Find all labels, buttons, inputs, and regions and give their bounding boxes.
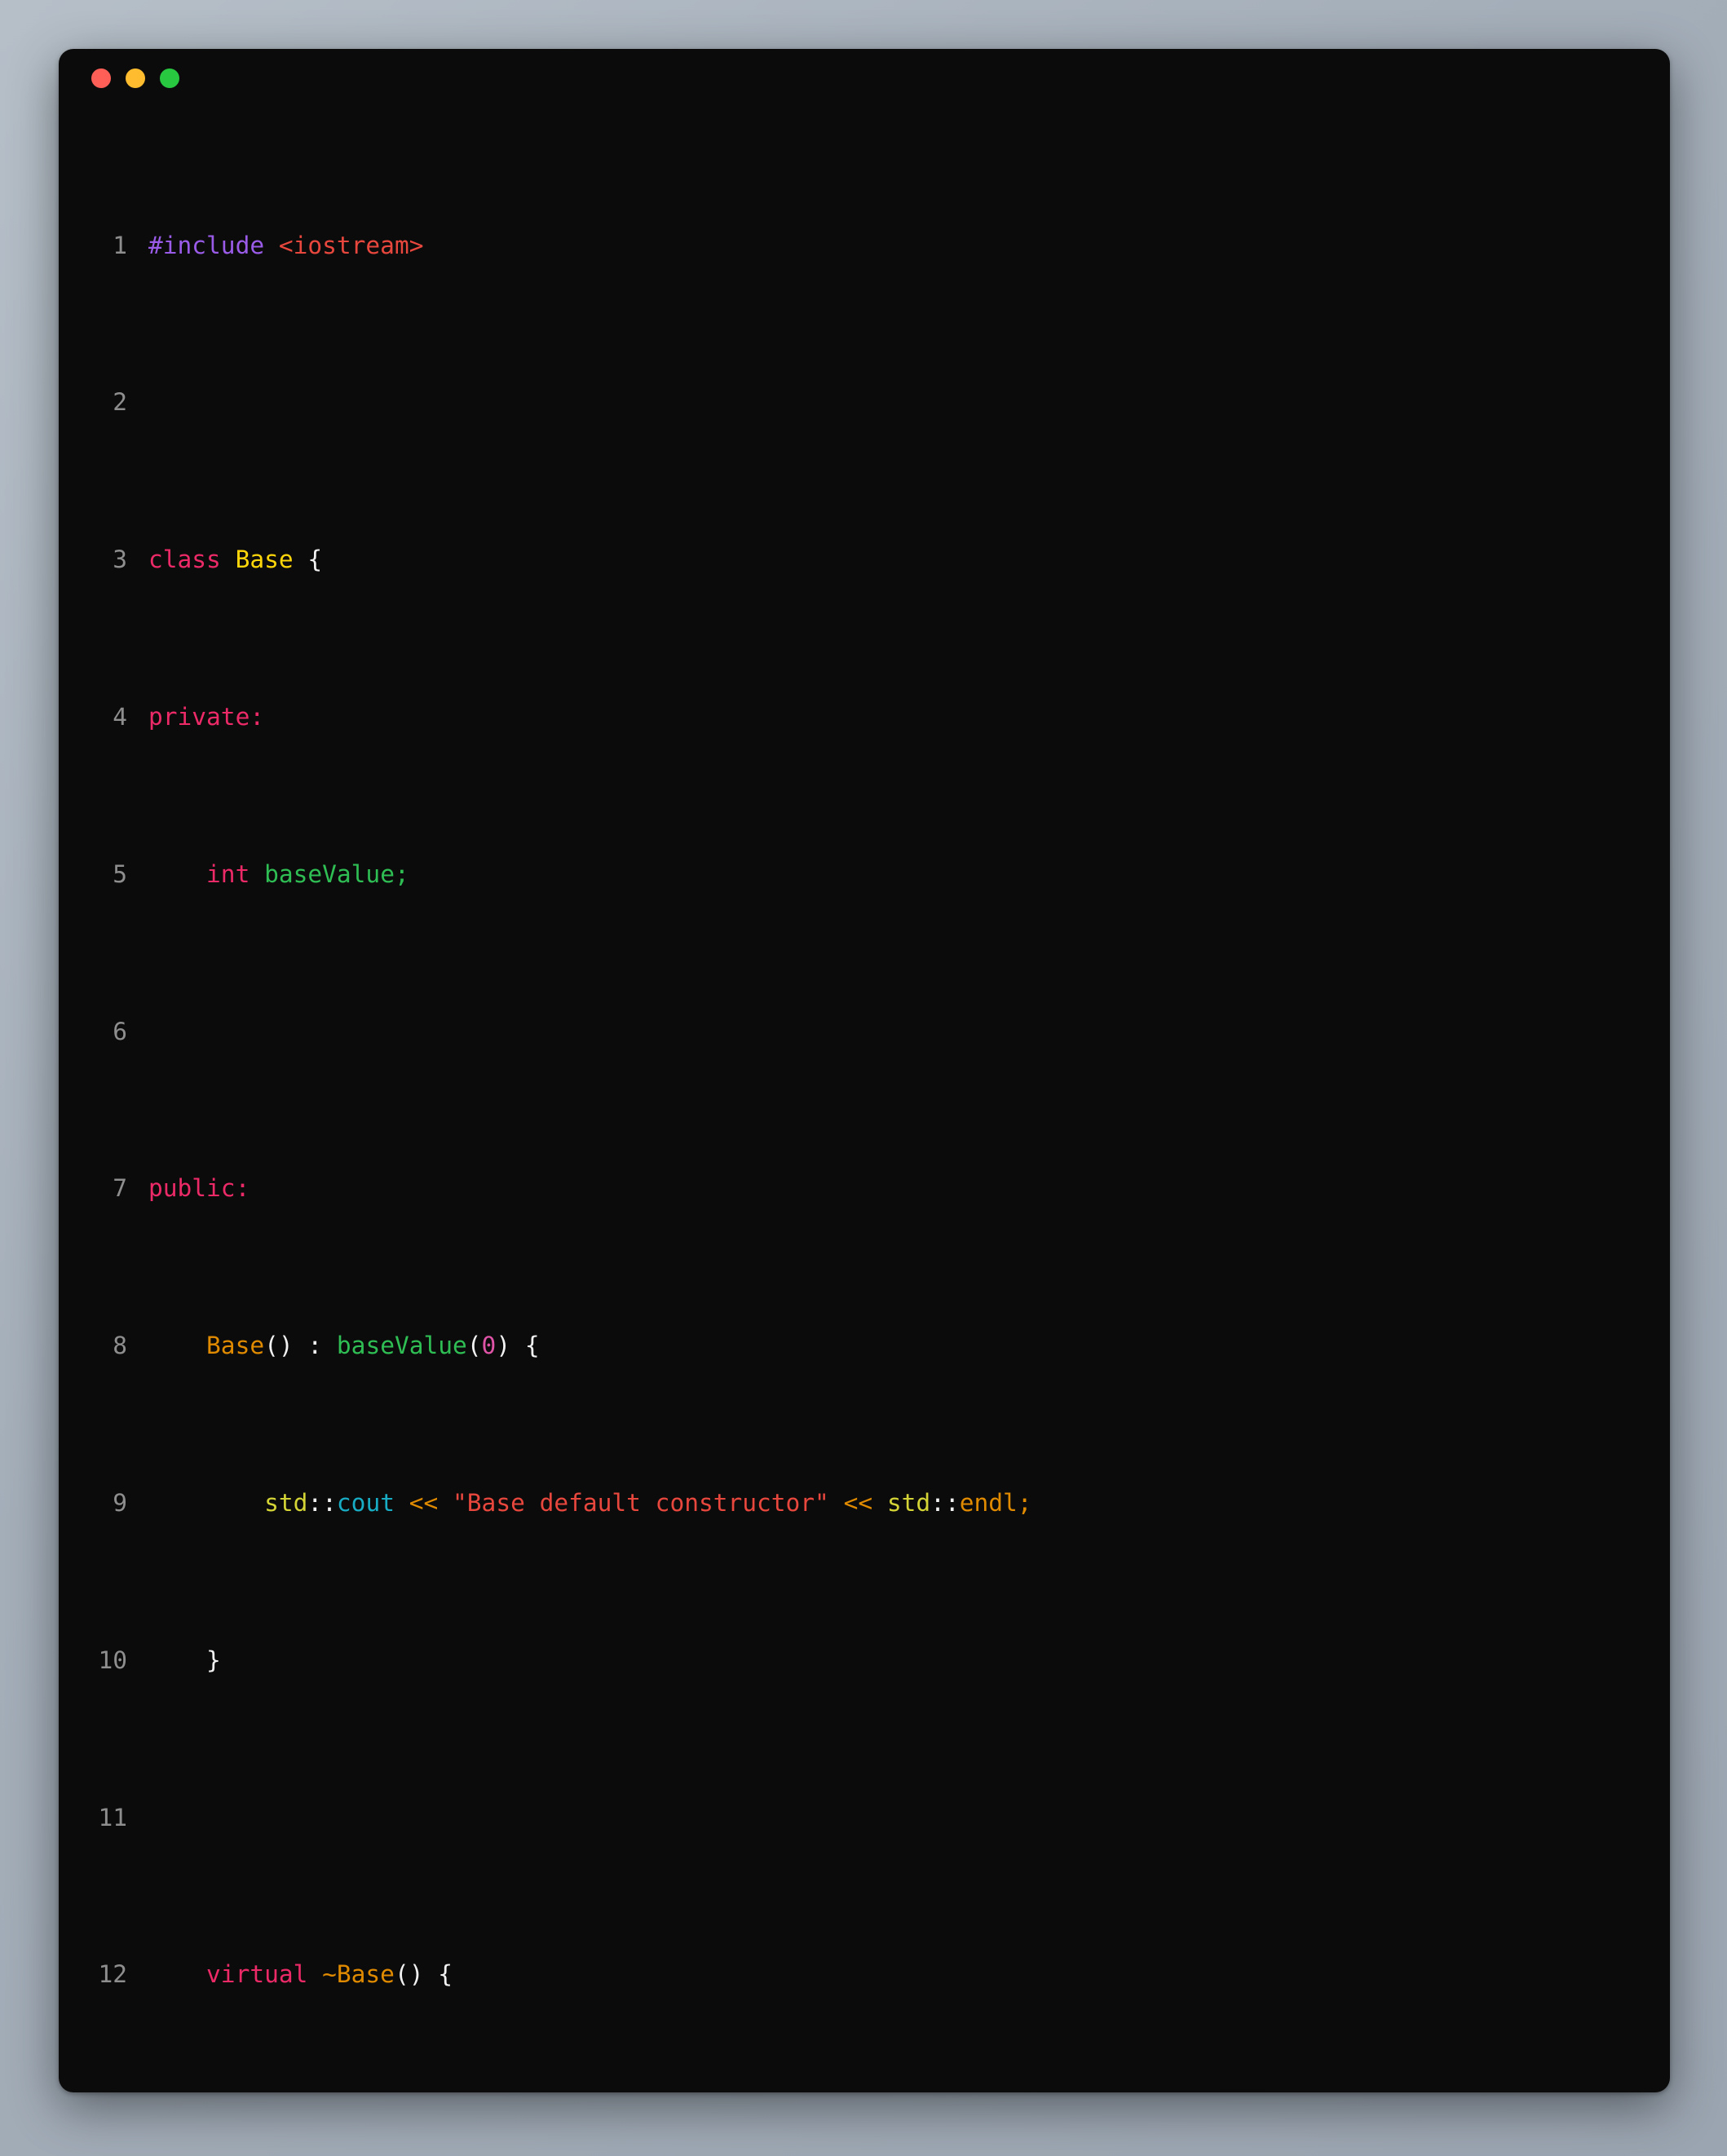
- line-number: 4: [113, 703, 127, 731]
- minimize-button[interactable]: [126, 68, 145, 88]
- line-number: 2: [113, 388, 127, 417]
- close-button[interactable]: [91, 68, 111, 88]
- window-titlebar: [59, 49, 1670, 108]
- line-number: 10: [98, 1646, 127, 1674]
- code-line: 9 std::cout << "Base default constructor…: [59, 1483, 1670, 1522]
- code-line: 3 class Base {: [59, 540, 1670, 579]
- line-number: 3: [113, 546, 127, 574]
- line-source: #include <iostream>: [148, 231, 424, 259]
- code-editor-window: 1 #include <iostream> 2 3 class Base { 4 pr…: [59, 49, 1670, 2092]
- line-source: public:: [148, 1174, 250, 1203]
- line-source: }: [206, 1646, 221, 1674]
- line-number: 6: [113, 1017, 127, 1045]
- code-line: 8 Base() : baseValue(0) {: [59, 1326, 1670, 1365]
- line-number: 5: [113, 859, 127, 888]
- line-source: virtual ~Base() {: [206, 1960, 453, 1989]
- maximize-button[interactable]: [160, 68, 179, 88]
- screenshot-root: 1 #include <iostream> 2 3 class Base { 4 pr…: [0, 0, 1727, 2156]
- line-number: 7: [113, 1174, 127, 1203]
- code-line: 7 public:: [59, 1169, 1670, 1208]
- line-number: 11: [98, 1803, 127, 1831]
- code-line: 12 virtual ~Base() {: [59, 1955, 1670, 1994]
- code-line: 10 }: [59, 1641, 1670, 1680]
- line-number: 1: [113, 231, 127, 259]
- line-source: int baseValue;: [206, 859, 409, 888]
- code-line: 11: [59, 1798, 1670, 1837]
- line-number: 9: [113, 1488, 127, 1517]
- line-source: std::cout << "Base default constructor" …: [264, 1488, 1032, 1517]
- code-line: 1 #include <iostream>: [59, 226, 1670, 265]
- code-line: 2: [59, 382, 1670, 422]
- line-source: Base() : baseValue(0) {: [206, 1332, 540, 1360]
- code-line: 5 int baseValue;: [59, 855, 1670, 894]
- code-area[interactable]: 1 #include <iostream> 2 3 class Base { 4 pr…: [59, 108, 1670, 2092]
- line-number: 8: [113, 1332, 127, 1360]
- line-source: private:: [148, 703, 265, 731]
- line-number: 12: [98, 1960, 127, 1989]
- code-line: 4 private:: [59, 697, 1670, 736]
- code-line: 6: [59, 1012, 1670, 1051]
- line-source: class Base {: [148, 546, 323, 574]
